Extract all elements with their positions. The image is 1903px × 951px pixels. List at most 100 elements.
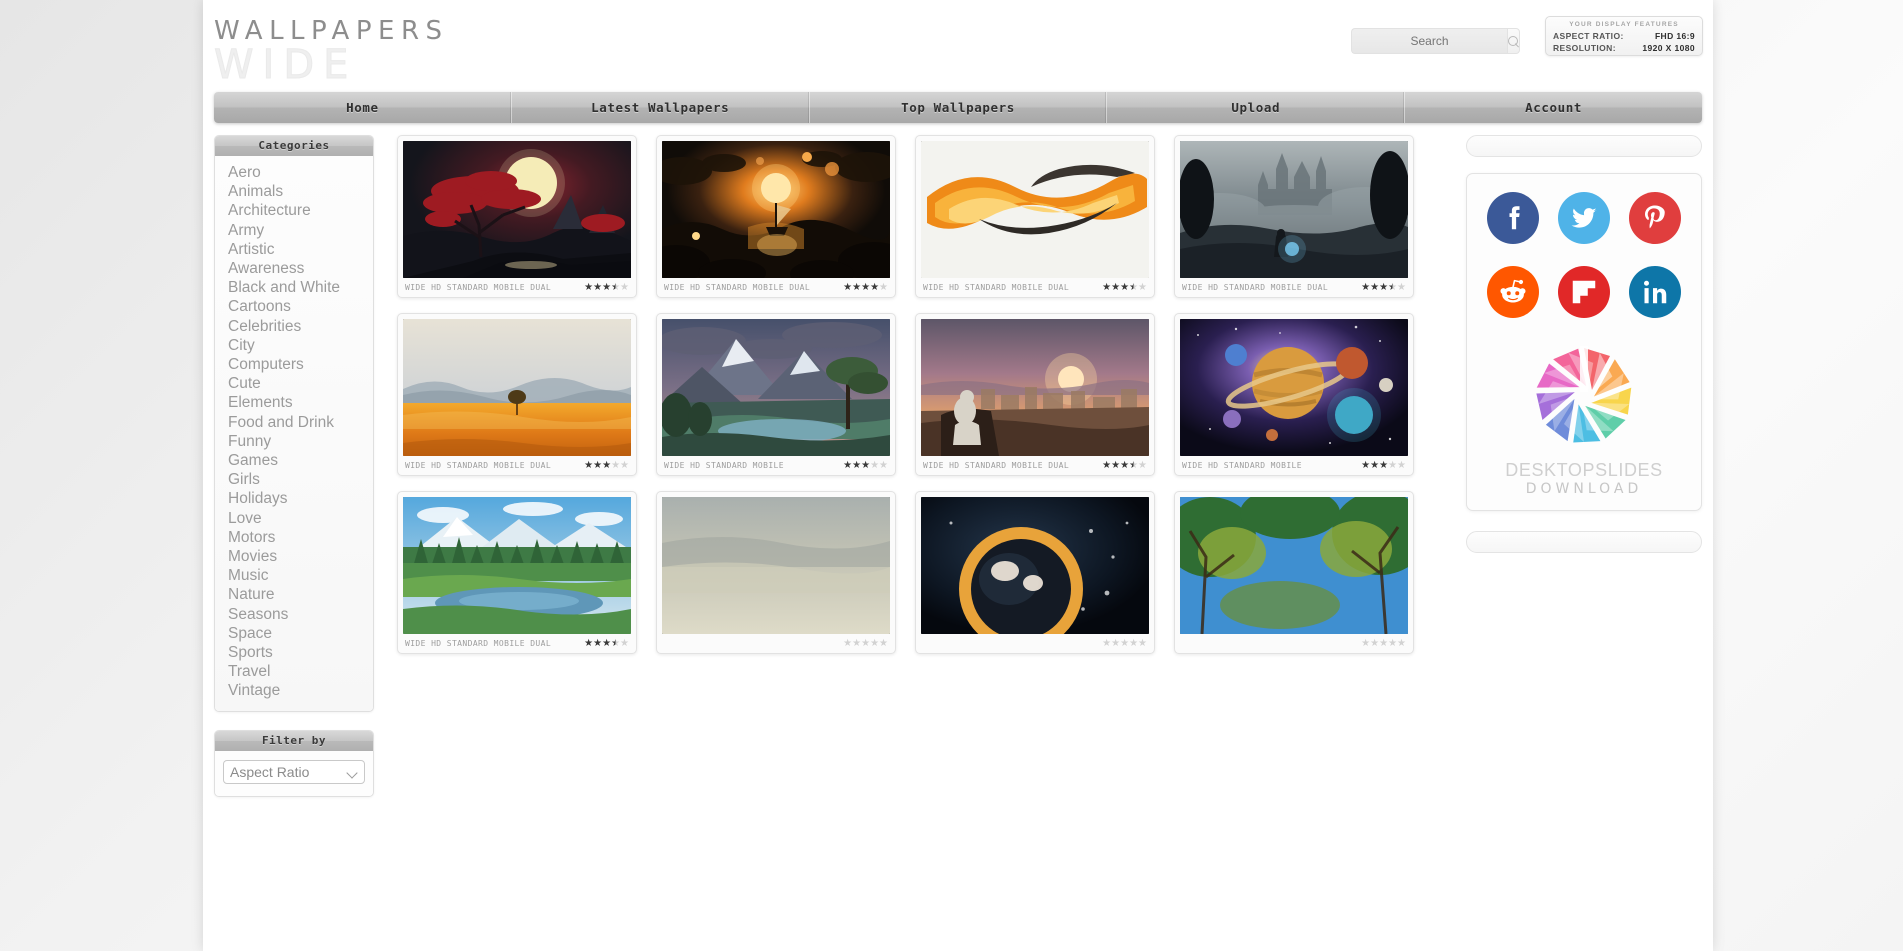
category-animals[interactable]: Animals (215, 182, 373, 201)
category-city[interactable]: City (215, 336, 373, 355)
search-button[interactable] (1507, 28, 1520, 54)
wallpaper-card[interactable]: WIDE HD STANDARD MOBILE DUAL ★★★★★ (915, 313, 1155, 476)
wallpaper-thumbnail[interactable] (921, 141, 1149, 278)
category-vintage[interactable]: Vintage (215, 681, 373, 700)
category-aero[interactable]: Aero (215, 163, 373, 182)
nav-item-latest-wallpapers[interactable]: Latest Wallpapers (512, 92, 810, 123)
wallpaper-thumbnail[interactable] (403, 497, 631, 634)
wallpaper-card[interactable]: WIDE HD STANDARD MOBILE DUAL ★★★★★ (397, 313, 637, 476)
page-body: Categories Aero Animals Architecture Army Ar… (203, 123, 1713, 815)
wallpaper-size-tags: WIDE HD STANDARD MOBILE DUAL (923, 283, 1070, 292)
wallpaper-rating[interactable]: ★★★★★ (1102, 460, 1147, 471)
category-nature[interactable]: Nature (215, 585, 373, 604)
wallpaper-card[interactable]: WIDE HD STANDARD MOBILE DUAL ★★★★★ (656, 135, 896, 298)
desktopslides-promo[interactable]: DESKTOPSLIDES DOWNLOAD (1477, 340, 1691, 498)
wallpaper-size-tags: WIDE HD STANDARD MOBILE DUAL (664, 283, 811, 292)
wallpaper-thumbnail[interactable] (1180, 497, 1408, 634)
wallpaper-thumbnail[interactable] (662, 319, 890, 456)
category-food-and-drink[interactable]: Food and Drink (215, 413, 373, 432)
pinwheel-icon (1536, 346, 1632, 443)
category-artistic[interactable]: Artistic (215, 240, 373, 259)
wallpaper-rating[interactable]: ★★★★★ (843, 282, 888, 293)
site-logo[interactable]: WALLPAPERS WIDE (214, 16, 484, 86)
categories-list: Aero Animals Architecture Army Artistic Aware… (215, 156, 373, 711)
wallpaper-thumbnail[interactable] (1180, 141, 1408, 278)
display-features-title: YOUR DISPLAY FEATURES (1569, 21, 1679, 28)
wallpaper-card[interactable]: WIDE HD STANDARD MOBILE DUAL ★★★★★ (397, 135, 637, 298)
wallpaper-caption: ★★★★★ (1180, 634, 1408, 653)
wallpaper-caption: WIDE HD STANDARD MOBILE DUAL ★★★★★ (403, 456, 631, 475)
wallpaper-rating[interactable]: ★★★★★ (843, 460, 888, 471)
category-travel[interactable]: Travel (215, 662, 373, 681)
logo-text-top: WALLPAPERS (214, 16, 449, 46)
category-funny[interactable]: Funny (215, 432, 373, 451)
facebook-icon[interactable] (1486, 192, 1539, 244)
wallpaper-card[interactable]: WIDE HD STANDARD MOBILE DUAL ★★★★★ (1174, 135, 1414, 298)
wallpaper-card[interactable]: WIDE HD STANDARD MOBILE DUAL ★★★★★ (397, 491, 637, 654)
wallpaper-rating[interactable]: ★★★★★ (584, 638, 629, 649)
wallpaper-card[interactable]: ★★★★★ (1174, 491, 1414, 654)
promo-subtitle: DOWNLOAD (1525, 481, 1643, 497)
wallpaper-rating[interactable]: ★★★★★ (584, 282, 629, 293)
wallpaper-thumbnail[interactable] (921, 497, 1149, 634)
search-bar (1351, 28, 1520, 54)
aspect-ratio-select[interactable]: Aspect Ratio (223, 759, 365, 784)
wallpaper-thumbnail[interactable] (1180, 319, 1408, 456)
category-space[interactable]: Space (215, 624, 373, 643)
category-seasons[interactable]: Seasons (215, 605, 373, 624)
category-girls[interactable]: Girls (215, 470, 373, 489)
category-celebrities[interactable]: Celebrities (215, 317, 373, 336)
wallpaper-grid: WIDE HD STANDARD MOBILE DUAL ★★★★★ WIDE H… (374, 135, 1444, 815)
category-motors[interactable]: Motors (215, 528, 373, 547)
wallpaper-thumbnail[interactable] (921, 319, 1149, 456)
wallpaper-card[interactable]: WIDE HD STANDARD MOBILE DUAL ★★★★★ (915, 135, 1155, 298)
category-architecture[interactable]: Architecture (215, 201, 373, 220)
wallpaper-rating[interactable]: ★★★★★ (1102, 282, 1147, 293)
category-black-and-white[interactable]: Black and White (215, 278, 373, 297)
category-holidays[interactable]: Holidays (215, 489, 373, 508)
wallpaper-card[interactable]: WIDE HD STANDARD MOBILE ★★★★★ (656, 313, 896, 476)
nav-item-home[interactable]: Home (214, 92, 512, 123)
wallpaper-rating[interactable]: ★★★★★ (1361, 282, 1406, 293)
category-army[interactable]: Army (215, 221, 373, 240)
wallpaper-card[interactable]: ★★★★★ (656, 491, 896, 654)
wallpaper-card[interactable]: WIDE HD STANDARD MOBILE ★★★★★ (1174, 313, 1414, 476)
reddit-icon[interactable] (1486, 266, 1539, 318)
wallpaper-rating[interactable]: ★★★★★ (1361, 638, 1406, 649)
wallpaper-thumbnail[interactable] (403, 141, 631, 278)
wallpaper-rating[interactable]: ★★★★★ (584, 460, 629, 471)
category-sports[interactable]: Sports (215, 643, 373, 662)
category-computers[interactable]: Computers (215, 355, 373, 374)
wallpaper-rating[interactable]: ★★★★★ (843, 638, 888, 649)
resolution-label: RESOLUTION: (1553, 43, 1616, 53)
category-music[interactable]: Music (215, 566, 373, 585)
wallpaper-thumbnail[interactable] (662, 141, 890, 278)
twitter-icon[interactable] (1557, 192, 1610, 244)
site-container: WALLPAPERS WIDE YOUR DISPLAY FEATURES AS… (203, 0, 1713, 951)
wallpaper-rating[interactable]: ★★★★★ (1361, 460, 1406, 471)
wallpaper-rating[interactable]: ★★★★★ (1102, 638, 1147, 649)
filter-title: Filter by (215, 730, 373, 751)
wallpaper-size-tags: WIDE HD STANDARD MOBILE (1182, 461, 1302, 470)
category-awareness[interactable]: Awareness (215, 259, 373, 278)
search-input[interactable] (1351, 28, 1507, 54)
nav-item-account[interactable]: Account (1405, 92, 1702, 123)
category-cute[interactable]: Cute (215, 374, 373, 393)
categories-panel: Categories Aero Animals Architecture Army Ar… (214, 135, 374, 712)
pinterest-icon[interactable] (1629, 192, 1682, 244)
nav-item-upload[interactable]: Upload (1107, 92, 1406, 123)
wallpaper-size-tags: WIDE HD STANDARD MOBILE DUAL (405, 283, 552, 292)
aspect-ratio-row: ASPECT RATIO: FHD 16:9 (1553, 30, 1695, 42)
linkedin-icon[interactable] (1629, 266, 1682, 318)
nav-item-top-wallpapers[interactable]: Top Wallpapers (810, 92, 1108, 123)
category-cartoons[interactable]: Cartoons (215, 297, 373, 316)
category-movies[interactable]: Movies (215, 547, 373, 566)
wallpaper-thumbnail[interactable] (662, 497, 890, 634)
social-links-panel: DESKTOPSLIDES DOWNLOAD (1466, 173, 1702, 511)
category-games[interactable]: Games (215, 451, 373, 470)
flipboard-icon[interactable] (1557, 266, 1610, 318)
category-elements[interactable]: Elements (215, 393, 373, 412)
wallpaper-card[interactable]: ★★★★★ (915, 491, 1155, 654)
wallpaper-thumbnail[interactable] (403, 319, 631, 456)
category-love[interactable]: Love (215, 509, 373, 528)
